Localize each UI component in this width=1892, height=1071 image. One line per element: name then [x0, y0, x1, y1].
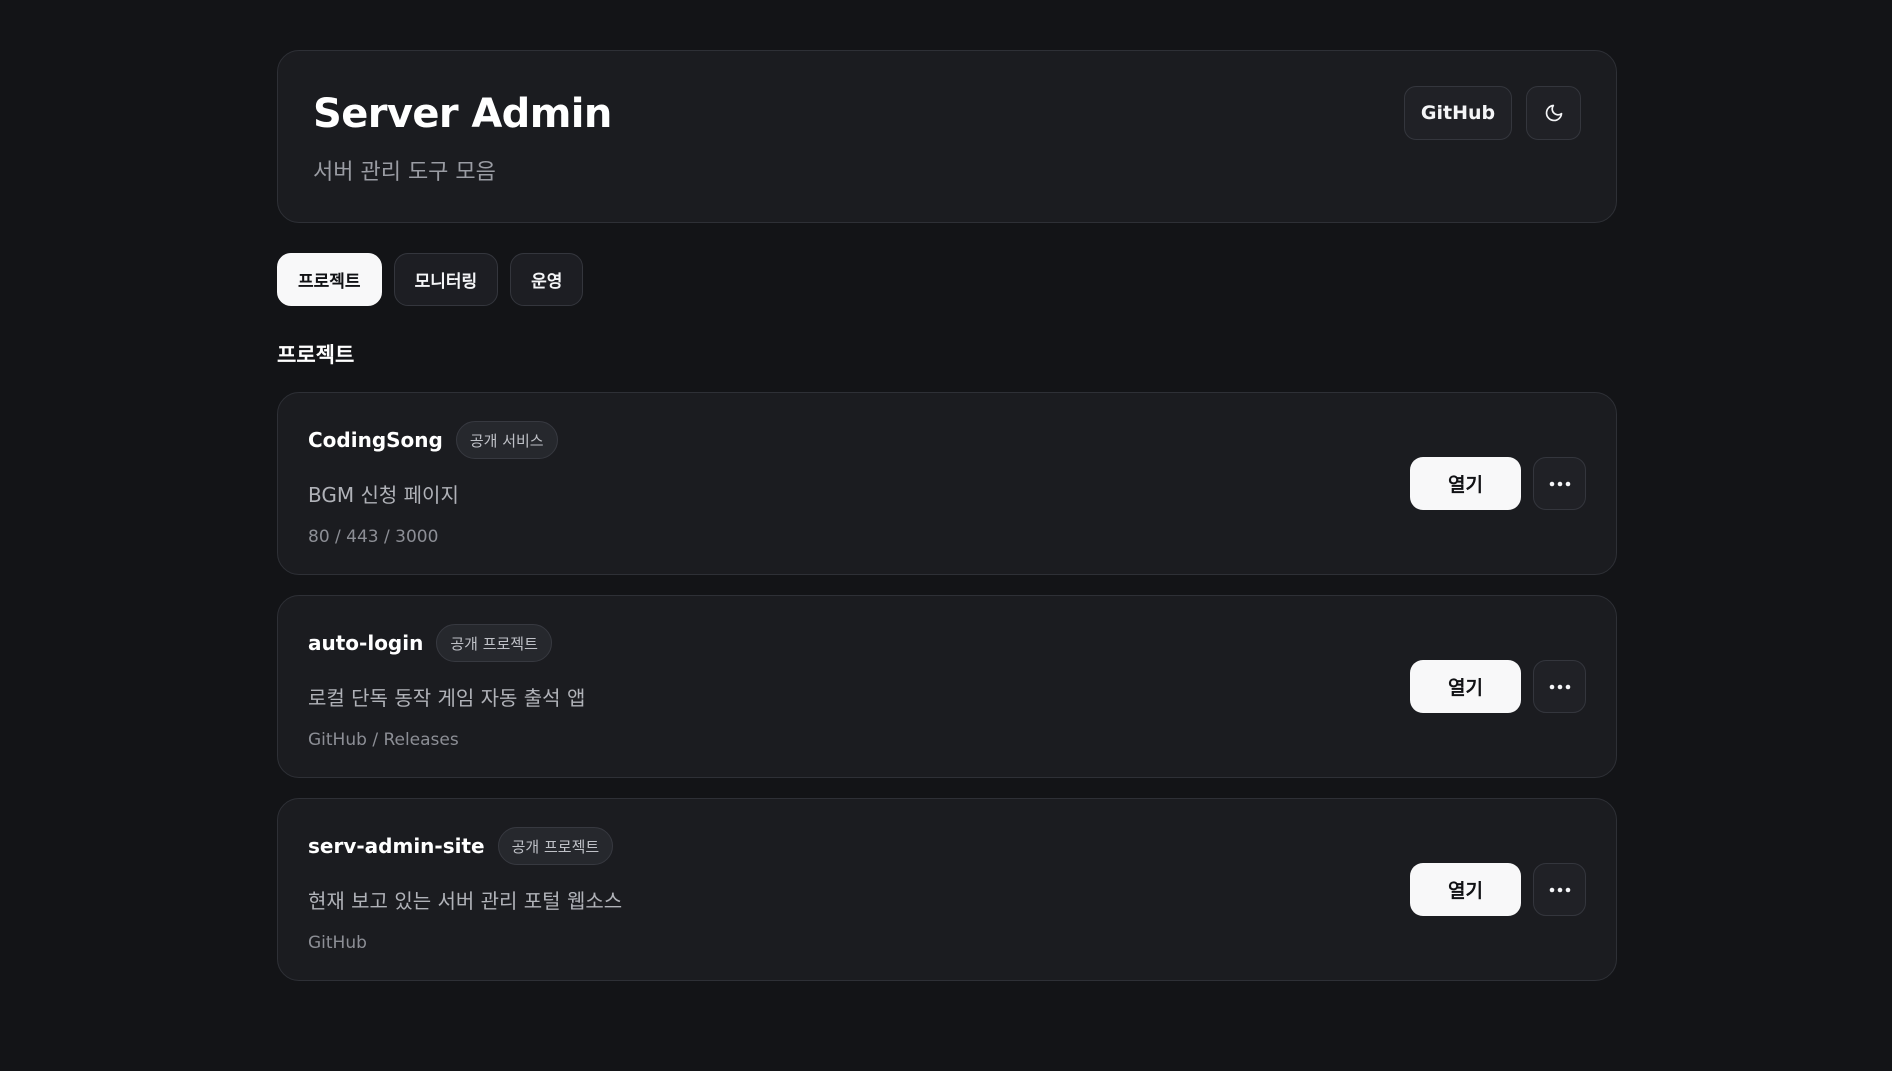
project-header: serv-admin-site 공개 프로젝트	[308, 827, 614, 865]
project-badge: 공개 프로젝트	[436, 624, 552, 662]
more-button[interactable]	[1533, 660, 1586, 713]
moon-icon	[1544, 103, 1564, 123]
tab-projects[interactable]: 프로젝트	[277, 253, 382, 306]
project-description: 현재 보고 있는 서버 관리 포털 웹소스	[308, 889, 623, 913]
tab-operations[interactable]: 운영	[510, 253, 584, 306]
project-header: CodingSong 공개 서비스	[308, 421, 558, 459]
page-title: Server Admin	[313, 91, 612, 137]
section-title: 프로젝트	[277, 343, 355, 367]
page-subtitle: 서버 관리 도구 모음	[313, 160, 496, 185]
project-name: serv-admin-site	[308, 834, 485, 858]
project-description: BGM 신청 페이지	[308, 483, 459, 507]
project-name: CodingSong	[308, 428, 443, 452]
project-name: auto-login	[308, 631, 424, 655]
project-meta: 80 / 443 / 3000	[308, 527, 439, 547]
header-actions: GitHub	[1404, 86, 1581, 140]
more-horizontal-icon	[1549, 684, 1571, 690]
header-card: Server Admin 서버 관리 도구 모음 GitHub	[277, 50, 1617, 223]
github-button[interactable]: GitHub	[1404, 86, 1512, 140]
project-list: CodingSong 공개 서비스 BGM 신청 페이지 80 / 443 / …	[277, 392, 1617, 981]
project-actions: 열기	[1410, 660, 1586, 713]
project-meta: GitHub / Releases	[308, 730, 459, 750]
project-header: auto-login 공개 프로젝트	[308, 624, 552, 662]
project-meta: GitHub	[308, 933, 367, 953]
open-button[interactable]: 열기	[1410, 457, 1521, 510]
tab-bar: 프로젝트 모니터링 운영	[277, 253, 1617, 306]
project-card-serv-admin-site: serv-admin-site 공개 프로젝트 현재 보고 있는 서버 관리 포…	[277, 798, 1617, 981]
tab-monitoring[interactable]: 모니터링	[393, 253, 499, 306]
more-button[interactable]	[1533, 863, 1586, 916]
more-horizontal-icon	[1549, 887, 1571, 893]
more-horizontal-icon	[1549, 481, 1571, 487]
project-badge: 공개 서비스	[455, 421, 558, 459]
more-button[interactable]	[1533, 457, 1586, 510]
project-description: 로컬 단독 동작 게임 자동 출석 앱	[308, 686, 586, 710]
open-button[interactable]: 열기	[1410, 863, 1521, 916]
theme-toggle-button[interactable]	[1526, 86, 1581, 140]
project-actions: 열기	[1410, 863, 1586, 916]
project-badge: 공개 프로젝트	[497, 827, 614, 865]
project-card-codingsong: CodingSong 공개 서비스 BGM 신청 페이지 80 / 443 / …	[277, 392, 1617, 575]
project-actions: 열기	[1410, 457, 1586, 510]
page: Server Admin 서버 관리 도구 모음 GitHub 프로젝트 모니터…	[277, 50, 1617, 981]
project-card-auto-login: auto-login 공개 프로젝트 로컬 단독 동작 게임 자동 출석 앱 G…	[277, 595, 1617, 778]
open-button[interactable]: 열기	[1410, 660, 1521, 713]
